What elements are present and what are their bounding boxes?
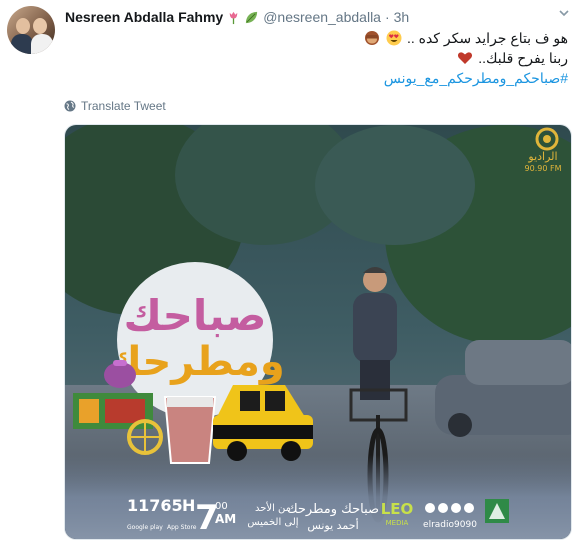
days-line-2: إلى الخميس (247, 517, 298, 528)
chevron-down-glyph (559, 10, 569, 17)
author-handle[interactable]: @nesreen_abdalla (263, 9, 381, 25)
see-no-evil-monkey-icon (365, 31, 380, 45)
tweet-header: Nesreen Abdalla Fahmy @nesreen_abdalla ·… (65, 9, 409, 25)
tweet-timestamp[interactable]: 3h (394, 9, 410, 25)
author-avatar[interactable] (7, 6, 55, 54)
station-name: الراديو (527, 150, 557, 163)
air-time-minutes: 00 (215, 501, 228, 512)
red-heart-icon (458, 52, 473, 64)
avatar-face-right (33, 18, 47, 34)
author-name[interactable]: Nesreen Abdalla Fahmy (65, 9, 223, 25)
shortcode-suffix: H (182, 496, 195, 515)
tulip-icon (229, 11, 238, 24)
channel-badge-icon (485, 499, 509, 523)
tea-glass-icon (163, 396, 217, 464)
tweet-text-line-1-text: هو ف بتاع جرايد سكر كده .. (406, 30, 568, 46)
leaf-icon (246, 11, 258, 23)
program-name: صباحك ومطرحك (287, 502, 379, 517)
social-handle: elradio9090 (423, 520, 477, 530)
media-artwork: الراديو 90.90 FM صباحك ومطرحك 11765 H Go… (65, 125, 571, 539)
heart-eyes-emoji-icon (386, 30, 402, 46)
avatar-body-right (31, 34, 53, 54)
hashtag-link[interactable]: #صباحكم_ومطرحكم_مع_يونس (384, 70, 568, 87)
leo-media-label: LEO (381, 500, 414, 518)
separator-dot: · (384, 9, 390, 25)
avatar-body-left (11, 34, 33, 54)
avatar-face-left (16, 18, 30, 34)
tweet-text-line-2: ربنا يفرح قلبك.. (456, 50, 568, 67)
station-frequency: 90.90 FM (525, 164, 562, 173)
app-store-label-2: App Store (167, 524, 197, 531)
translate-label: Translate Tweet (81, 99, 166, 113)
shortcode: 11765 (127, 496, 183, 515)
tweet-text-line-2-text: ربنا يفرح قلبك.. (478, 50, 568, 66)
translate-tweet-link[interactable]: Translate Tweet (64, 99, 166, 113)
show-title-top: صباحك (124, 291, 267, 340)
air-time-ampm: AM (215, 512, 236, 526)
tweet-text-line-1: هو ف بتاع جرايد سكر كده .. (363, 30, 568, 47)
days-line-1: من الأحد (255, 501, 291, 514)
chevron-down-icon[interactable] (558, 6, 570, 22)
leo-media-sub: MEDIA (386, 519, 409, 527)
app-store-label-1: Google play (127, 524, 163, 531)
presenter-name: أحمد يونس (307, 518, 358, 532)
tweet-media-image[interactable]: الراديو 90.90 FM صباحك ومطرحك 11765 H Go… (64, 124, 572, 540)
globe-icon (64, 100, 76, 112)
